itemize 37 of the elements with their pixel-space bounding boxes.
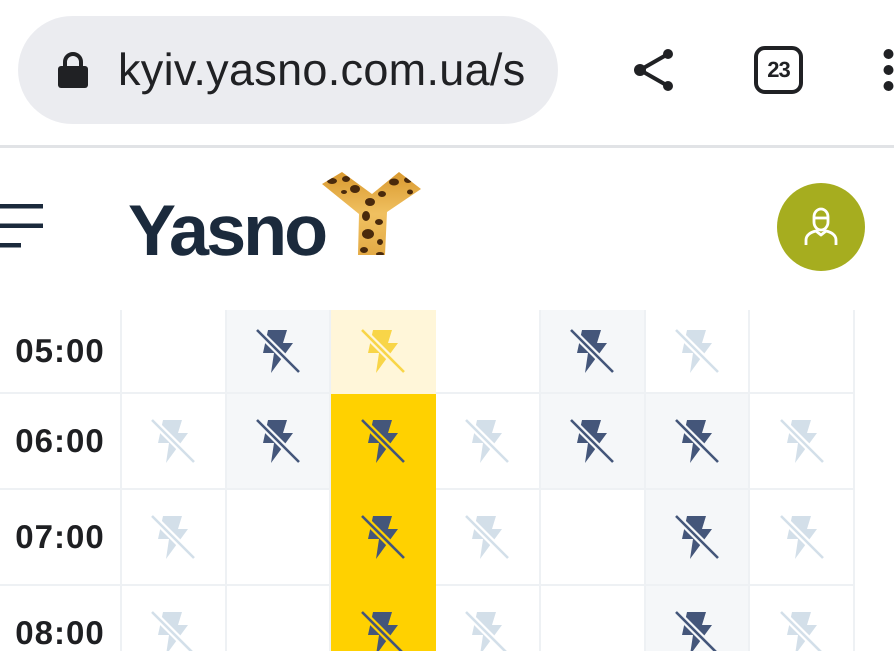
lightning-off-icon [151, 515, 196, 559]
url-text: kyiv.yasno.com.ua/s [118, 42, 526, 97]
share-button[interactable] [633, 46, 675, 92]
lightning-off-icon [780, 515, 824, 559]
more-options-button[interactable] [883, 48, 894, 92]
lightning-off-icon [674, 515, 719, 559]
lightning-off-icon [360, 329, 405, 373]
time-label: 05:00 [15, 331, 105, 372]
lightning-off-icon [360, 611, 405, 651]
lightning-off-icon [151, 611, 196, 651]
lightning-off-icon [570, 329, 614, 373]
lightning-off-icon [570, 419, 614, 463]
lightning-off-icon [465, 419, 510, 463]
lightning-off-icon [151, 419, 196, 463]
menu-button[interactable] [0, 204, 43, 248]
share-icon [633, 46, 675, 92]
lightning-off-icon [256, 419, 300, 463]
menu-icon [0, 204, 43, 248]
time-label: 06:00 [15, 421, 105, 462]
tab-switcher-button[interactable]: 23 [754, 46, 803, 94]
lightning-off-icon [674, 419, 719, 463]
more-options-icon [883, 48, 894, 92]
address-bar[interactable]: kyiv.yasno.com.ua/s [18, 16, 558, 124]
user-icon [804, 207, 838, 247]
lightning-off-icon [256, 329, 300, 373]
lightning-off-icon [674, 329, 719, 373]
lock-icon [58, 52, 88, 88]
logo-wordmark[interactable]: Yasno [128, 194, 326, 266]
lightning-off-icon [780, 419, 824, 463]
lightning-off-icon [780, 611, 824, 651]
lightning-off-icon [360, 515, 405, 559]
lightning-off-icon [674, 611, 719, 651]
lightning-off-icon [465, 515, 510, 559]
lightning-off-icon [360, 419, 405, 463]
time-label: 08:00 [15, 613, 105, 651]
time-label: 07:00 [15, 517, 105, 558]
lightning-off-icon [465, 611, 510, 651]
